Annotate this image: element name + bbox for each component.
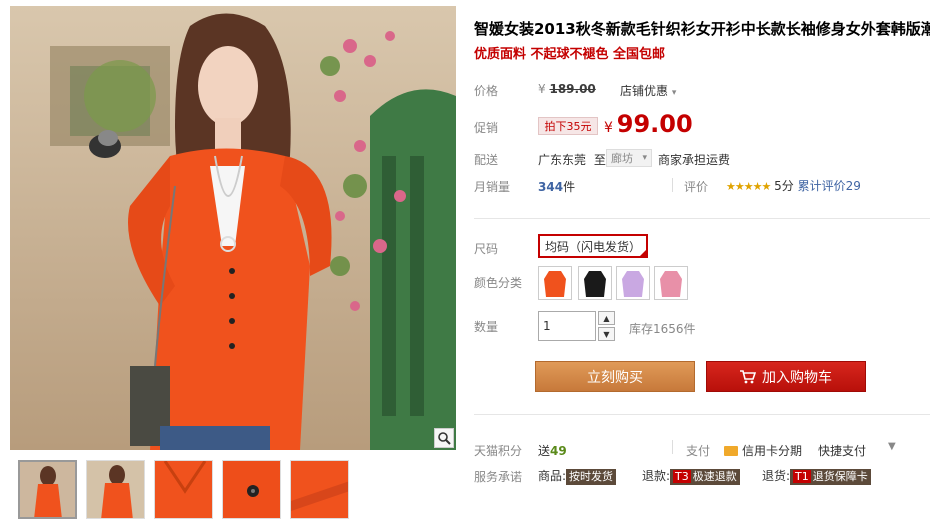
- size-label: 尺码: [474, 242, 499, 256]
- product-title: 智媛女装2013秋冬新款毛针织衫女开衫中长款长袖修身女外套韩版潮: [474, 20, 930, 38]
- divider: [474, 414, 930, 415]
- color-label: 颜色分类: [474, 276, 523, 290]
- magnifier-icon: [438, 432, 451, 445]
- points-label: 天猫积分: [474, 444, 523, 458]
- quantity-input[interactable]: [538, 311, 596, 341]
- shipping-note: 商家承担运费: [658, 153, 731, 167]
- service-goods-tag[interactable]: 按时发货: [566, 469, 617, 485]
- store-promo-label: 店铺优惠: [620, 84, 669, 98]
- thumbnail-1[interactable]: [18, 460, 77, 519]
- thumbnail-image: [155, 461, 212, 518]
- yen-symbol: ¥: [538, 82, 546, 96]
- color-option-pink[interactable]: [654, 266, 688, 300]
- color-option-black[interactable]: [578, 266, 612, 300]
- delivery-origin: 广东东莞: [538, 153, 587, 167]
- product-photo: [10, 6, 456, 450]
- rating: ★★★★★ 5分 累计评价29: [726, 177, 861, 194]
- monthly-sales-label: 月销量: [474, 180, 511, 194]
- credit-card-icon: [724, 446, 738, 456]
- promo-badge: 拍下35元: [538, 117, 598, 135]
- delivery-to-word: 至: [593, 153, 606, 167]
- size-option-label: 均码（闪电发货）: [544, 239, 641, 254]
- points-value: 送49: [538, 442, 567, 459]
- product-subtitle: 优质面料 不起球不褪色 全国包邮: [474, 47, 666, 62]
- chevron-down-icon[interactable]: ▼: [888, 441, 896, 452]
- quantity-decrease-button[interactable]: ▼: [598, 327, 615, 341]
- promo-price-value: 99.00: [616, 110, 693, 138]
- thumbnail-image: [20, 462, 75, 517]
- thumbnail-image: [87, 461, 144, 518]
- quantity-label: 数量: [474, 320, 499, 334]
- cardigan-swatch: [660, 271, 682, 297]
- chevron-down-icon: ▾: [671, 88, 677, 98]
- cardigan-swatch: [584, 271, 606, 297]
- buy-now-label: 立刻购买: [587, 369, 643, 386]
- divider: [672, 178, 673, 192]
- monthly-sales-count: 344: [538, 180, 564, 194]
- quick-pay-label: 快捷支付: [818, 444, 867, 458]
- zoom-button[interactable]: [434, 428, 454, 448]
- credit-card-installment-link[interactable]: 信用卡分期: [724, 442, 802, 459]
- service-refund: 退款: T3 极速退款: [642, 467, 740, 485]
- chevron-down-icon: ▾: [642, 153, 647, 163]
- original-price-value: 189.00: [549, 82, 596, 96]
- thumbnail-2[interactable]: [86, 460, 145, 519]
- monthly-sales-unit: 件: [563, 180, 576, 194]
- credit-card-label: 信用卡分期: [742, 444, 803, 458]
- rating-stars: ★★★★★: [726, 180, 771, 193]
- cardigan-swatch: [622, 271, 644, 297]
- service-return: 退货: T1 退货保障卡: [762, 467, 871, 485]
- add-to-cart-label: 加入购物车: [762, 369, 832, 386]
- thumbnail-3[interactable]: [154, 460, 213, 519]
- store-promo-dropdown[interactable]: 店铺优惠 ▾: [620, 82, 676, 99]
- add-to-cart-button[interactable]: 加入购物车: [706, 361, 866, 392]
- delivery-from: 广东东莞 至: [538, 151, 606, 168]
- divider: [672, 440, 673, 454]
- promo-price: ¥ 99.00: [604, 110, 693, 138]
- points-number: 49: [550, 444, 567, 458]
- thumbnail-image: [223, 461, 280, 518]
- review-count-link[interactable]: 累计评价29: [798, 179, 861, 193]
- stock-text: 库存1656件: [629, 322, 696, 336]
- divider: [474, 218, 930, 219]
- refund-code: T3: [673, 470, 691, 483]
- delivery-label: 配送: [474, 153, 499, 167]
- cart-icon: [740, 369, 756, 383]
- quick-pay-link[interactable]: 快捷支付: [818, 442, 866, 459]
- service-goods-label: 商品:: [538, 469, 567, 483]
- price-label: 价格: [474, 84, 499, 98]
- thumbnail-image: [291, 461, 348, 518]
- pay-label: 支付: [686, 444, 711, 458]
- refund-tag-text: 极速退款: [692, 470, 737, 483]
- yen-symbol: ¥: [604, 120, 613, 136]
- destination-select[interactable]: 廊坊 ▾: [606, 149, 652, 167]
- service-return-tag[interactable]: T1 退货保障卡: [790, 469, 871, 485]
- service-refund-tag[interactable]: T3 极速退款: [670, 469, 740, 485]
- return-tag-text: 退货保障卡: [812, 470, 868, 483]
- color-option-orange[interactable]: [538, 266, 572, 300]
- thumbnail-5[interactable]: [290, 460, 349, 519]
- cardigan-swatch: [544, 271, 566, 297]
- points-prefix: 送: [538, 444, 551, 458]
- thumbnail-4[interactable]: [222, 460, 281, 519]
- destination-value: 廊坊: [611, 152, 633, 165]
- rating-label: 评价: [684, 180, 709, 194]
- service-refund-label: 退款:: [642, 469, 671, 483]
- return-code: T1: [793, 470, 811, 483]
- service-goods: 商品: 按时发货: [538, 467, 617, 485]
- color-option-lilac[interactable]: [616, 266, 650, 300]
- thumbnail-strip: [18, 460, 349, 519]
- rating-score: 5分: [774, 179, 794, 193]
- monthly-sales: 344件: [538, 178, 575, 195]
- product-main-image[interactable]: [10, 6, 456, 450]
- service-return-label: 退货:: [762, 469, 791, 483]
- original-price: ¥ 189.00: [538, 82, 596, 96]
- size-option-selected[interactable]: 均码（闪电发货）: [538, 234, 648, 258]
- quantity-increase-button[interactable]: ▲: [598, 311, 615, 325]
- service-label: 服务承诺: [474, 470, 523, 484]
- buy-now-button[interactable]: 立刻购买: [535, 361, 695, 392]
- promo-label: 促销: [474, 121, 499, 135]
